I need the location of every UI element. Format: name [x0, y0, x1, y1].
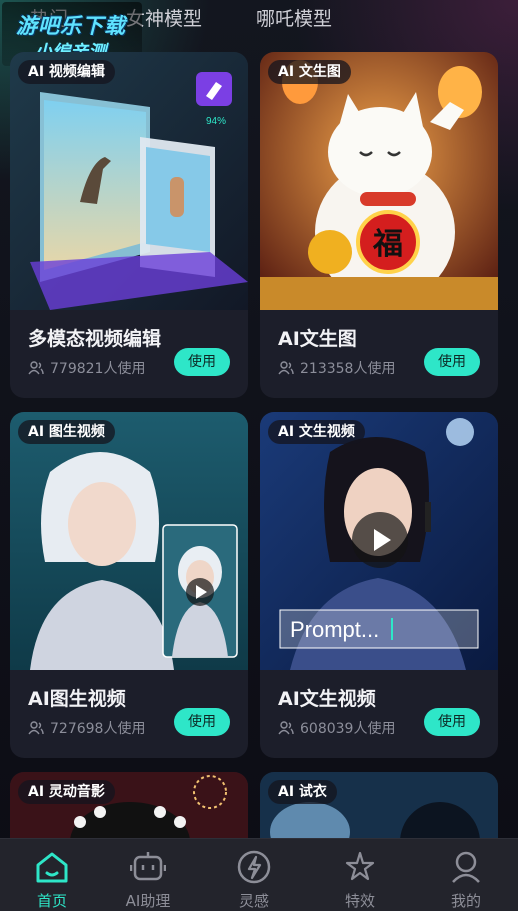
card-text-to-image[interactable]: 福 AI 文生图 AI文生图 213358人使用 使用	[260, 52, 498, 398]
effects-icon	[345, 851, 375, 881]
nav-ai-assistant[interactable]: AI助理	[96, 839, 200, 911]
lightning-icon	[237, 850, 271, 884]
card-title: AI文生图	[278, 328, 357, 350]
users-icon	[278, 721, 294, 735]
card-title: 多模态视频编辑	[28, 328, 162, 350]
card-dynamic-audio-video[interactable]: AI 灵动音影	[10, 772, 248, 838]
nav-label: 我的	[450, 892, 481, 910]
prompt-text: Prompt...	[290, 617, 379, 642]
card-title: AI图生视频	[28, 688, 126, 710]
card-title: AI文生视频	[278, 688, 376, 710]
nav-effects[interactable]: 特效	[308, 839, 412, 911]
card-tag: AI 视频编辑	[18, 60, 115, 84]
users-icon	[28, 721, 44, 735]
card-image: Prompt...	[260, 412, 498, 670]
card-tag: AI 灵动音影	[18, 780, 115, 804]
card-image-to-video[interactable]: AI 图生视频 AI图生视频 727698人使用 使用	[10, 412, 248, 758]
card-usage: 213358人使用	[278, 358, 395, 378]
card-video-edit[interactable]: 94% AI 视频编辑 多模态视频编辑 779821人使用 使用	[10, 52, 248, 398]
card-usage: 779821人使用	[28, 358, 145, 378]
home-icon	[36, 852, 68, 883]
use-button[interactable]: 使用	[424, 348, 480, 376]
card-text-to-video[interactable]: Prompt... AI 文生视频 AI文生视频 608039人使用 使用	[260, 412, 498, 758]
profile-icon	[452, 851, 480, 883]
progress-percent: 94%	[206, 116, 226, 127]
usage-count: 779821人使用	[50, 361, 146, 377]
usage-count: 608039人使用	[300, 721, 396, 737]
card-usage: 608039人使用	[278, 718, 395, 738]
card-virtual-try-on[interactable]: AI 试衣	[260, 772, 498, 838]
card-usage: 727698人使用	[28, 718, 145, 738]
watermark-line1: 游吧乐下载	[16, 14, 126, 38]
tab-nezha-model[interactable]: 哪吒模型	[256, 4, 332, 31]
users-icon	[278, 361, 294, 375]
card-tag: AI 试衣	[268, 780, 337, 804]
users-icon	[28, 361, 44, 375]
nav-inspiration[interactable]: 灵感	[202, 839, 306, 911]
usage-count: 727698人使用	[50, 721, 146, 737]
use-button[interactable]: 使用	[174, 708, 230, 736]
nav-label: 灵感	[238, 892, 269, 910]
card-tag: AI 文生视频	[268, 420, 365, 444]
card-tag: AI 图生视频	[18, 420, 115, 444]
nav-profile[interactable]: 我的	[414, 839, 518, 911]
card-image: 福	[260, 52, 498, 310]
robot-icon	[130, 852, 166, 881]
nav-label: 首页	[36, 892, 67, 910]
nav-label: 特效	[344, 892, 375, 910]
card-tag: AI 文生图	[268, 60, 351, 84]
fortune-sign: 福	[372, 227, 403, 262]
card-image: 94%	[10, 52, 248, 310]
nav-home[interactable]: 首页	[0, 839, 104, 911]
usage-count: 213358人使用	[300, 361, 396, 377]
use-button[interactable]: 使用	[424, 708, 480, 736]
card-image	[10, 412, 248, 670]
bottom-nav: 首页 AI助理 灵感 特效 我的	[0, 838, 518, 911]
nav-label: AI助理	[125, 892, 171, 910]
use-button[interactable]: 使用	[174, 348, 230, 376]
